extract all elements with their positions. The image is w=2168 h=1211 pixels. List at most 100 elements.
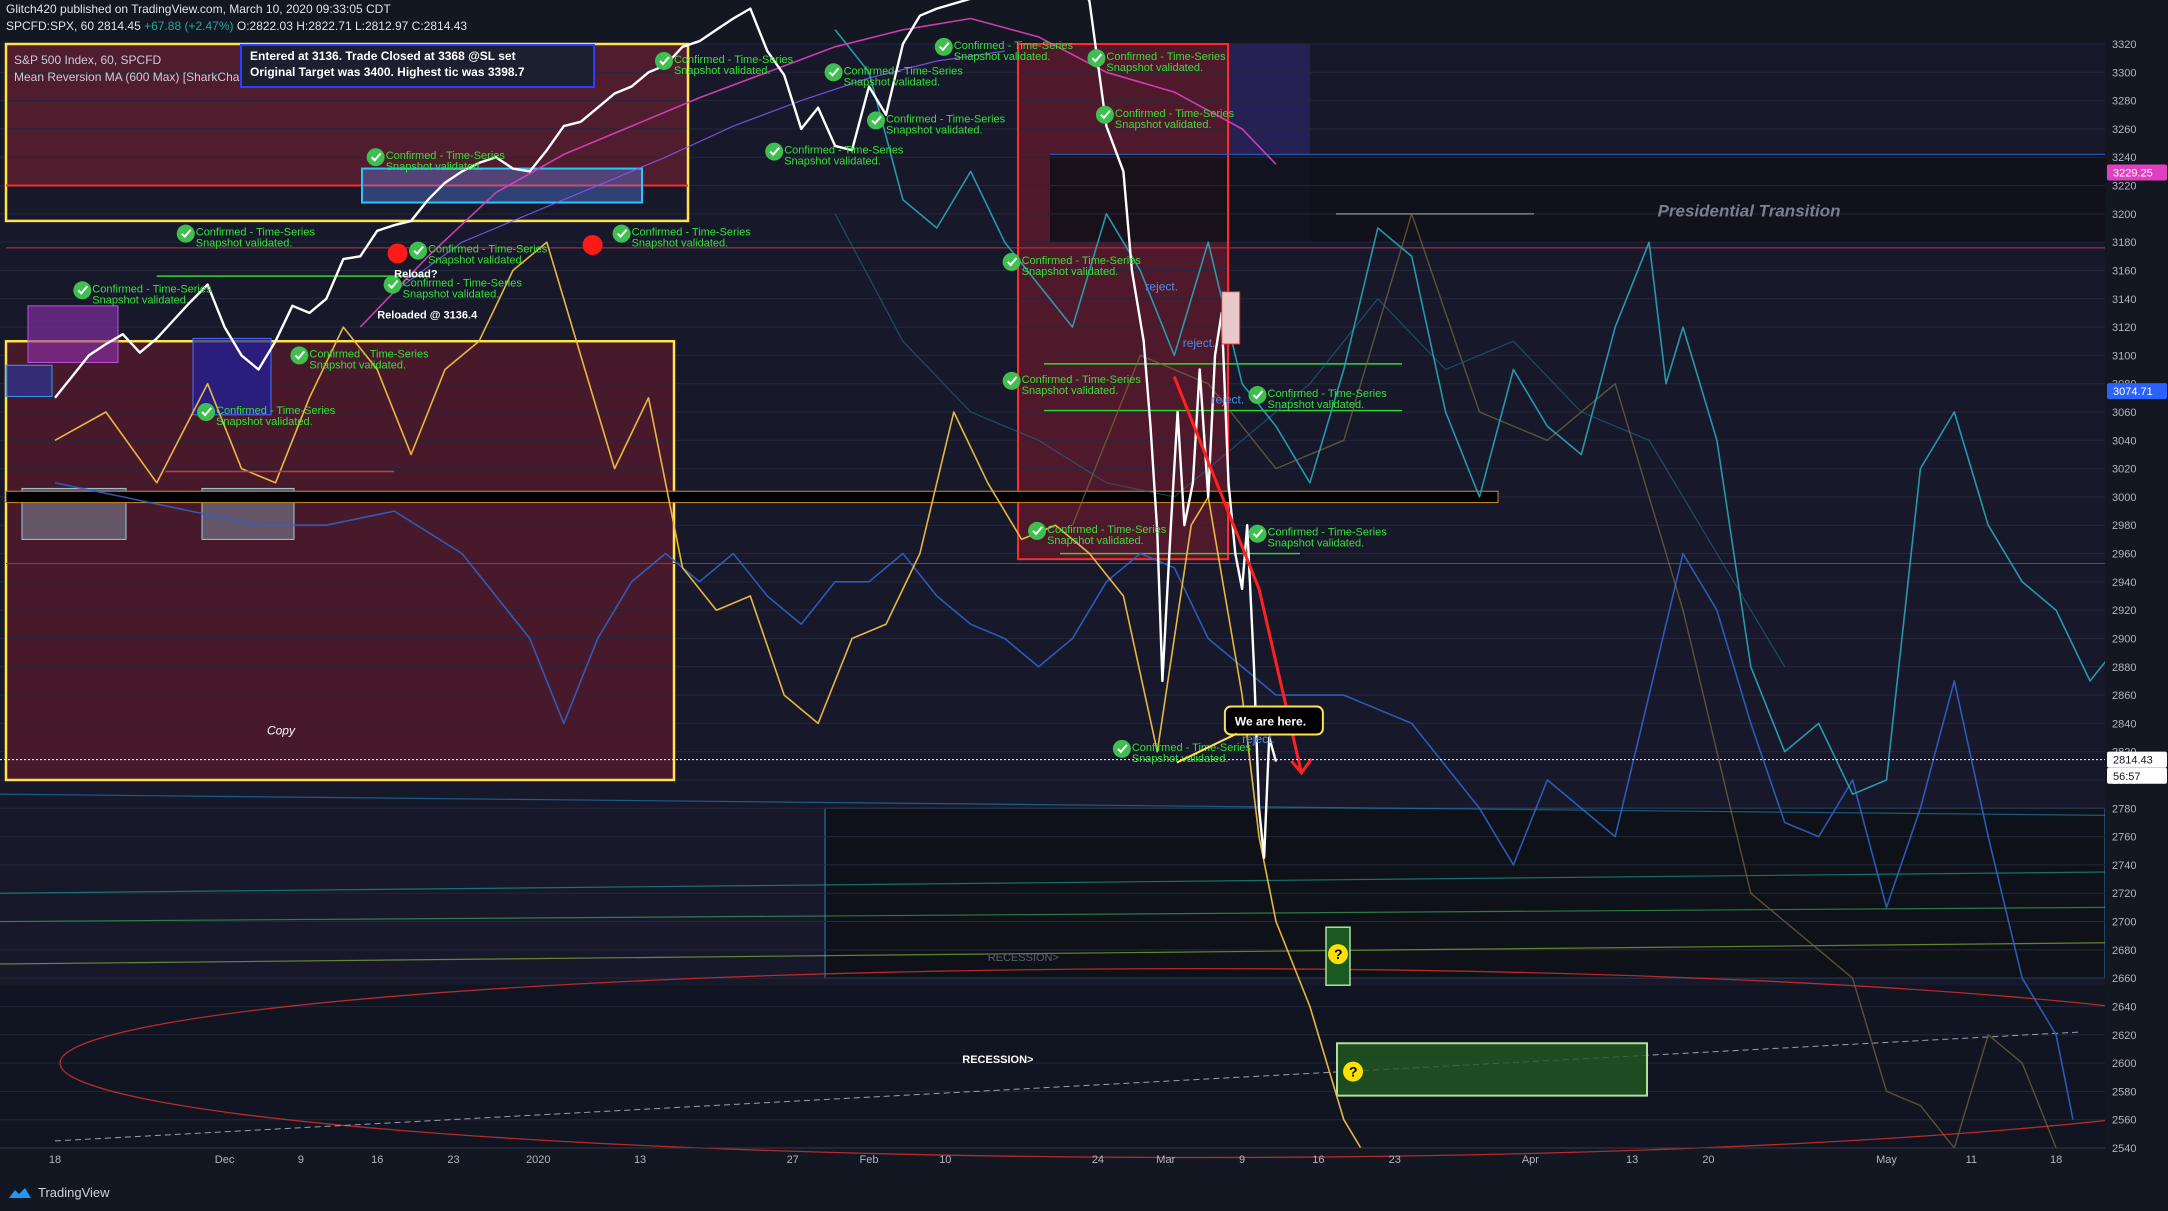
y-tick-label: 3040 bbox=[2112, 435, 2136, 447]
y-tick-label: 3060 bbox=[2112, 407, 2136, 419]
check-icon bbox=[1248, 524, 1267, 543]
annotation-text: Snapshot validated. bbox=[196, 238, 293, 250]
y-tick-label: 2780 bbox=[2112, 803, 2136, 815]
check-icon bbox=[409, 241, 428, 260]
check-icon bbox=[1095, 105, 1114, 124]
check-icon bbox=[765, 142, 784, 161]
y-tick-label: 2860 bbox=[2112, 690, 2136, 702]
x-tick-label: 16 bbox=[371, 1154, 383, 1166]
x-tick-label: Mar bbox=[1156, 1154, 1175, 1166]
chart-label: reject. bbox=[1183, 336, 1216, 350]
annotation-text: Snapshot validated. bbox=[784, 156, 881, 168]
chart-area[interactable]: Confirmed - Time-Series Snapshot validate… bbox=[0, 0, 2168, 1211]
y-tick-label: 2540 bbox=[2112, 1143, 2136, 1155]
check-icon bbox=[934, 37, 953, 56]
annotation-text: Snapshot validated. bbox=[1106, 62, 1203, 74]
y-tick-label: 3120 bbox=[2112, 322, 2136, 334]
y-tick-label: 2980 bbox=[2112, 520, 2136, 532]
y-tick-label: 3240 bbox=[2112, 152, 2136, 164]
annotation-text: Snapshot validated. bbox=[309, 359, 406, 371]
y-tick-label: 2940 bbox=[2112, 577, 2136, 589]
y-tick-label: 2720 bbox=[2112, 888, 2136, 900]
annotation-text: Snapshot validated. bbox=[886, 124, 983, 136]
ohlc: O:2822.03 H:2822.71 L:2812.97 C:2814.43 bbox=[236, 19, 468, 33]
annotation-text: Snapshot validated. bbox=[92, 294, 189, 306]
x-tick-label: 24 bbox=[1092, 1154, 1104, 1166]
y-tick-label: 3260 bbox=[2112, 124, 2136, 136]
x-tick-label: Feb bbox=[860, 1154, 879, 1166]
tradingview-logo-icon bbox=[9, 1187, 31, 1198]
y-tick-label: 3320 bbox=[2112, 39, 2136, 51]
check-icon bbox=[654, 51, 673, 70]
purple-box bbox=[27, 305, 119, 363]
y-tick-label: 3100 bbox=[2112, 350, 2136, 362]
y-tick-label: 3300 bbox=[2112, 67, 2136, 79]
x-tick-label: 18 bbox=[2050, 1154, 2062, 1166]
reject-marker-icon bbox=[387, 243, 408, 264]
chart-label: RECESSION> bbox=[988, 952, 1059, 964]
annotation-text: Snapshot validated. bbox=[844, 76, 941, 88]
check-icon bbox=[1087, 49, 1106, 68]
y-tick-label: 2900 bbox=[2112, 633, 2136, 645]
published-note: Glitch420 published on TradingView.com, … bbox=[6, 2, 391, 16]
red-zone-left bbox=[6, 341, 674, 780]
chart-canvas[interactable]: Confirmed - Time-SeriesSnapshot validate… bbox=[0, 0, 2168, 1211]
x-tick-label: Apr bbox=[1522, 1154, 1539, 1166]
check-icon bbox=[1002, 252, 1021, 271]
check-icon bbox=[866, 111, 885, 130]
symbol: SPCFD:SPX, 60 bbox=[6, 19, 95, 33]
trade-note-box: Entered at 3136. Trade Closed at 3368 @S… bbox=[240, 44, 595, 88]
check-icon bbox=[612, 224, 631, 243]
brand-label: TradingView bbox=[38, 1185, 110, 1200]
x-tick-label: 9 bbox=[1239, 1154, 1245, 1166]
check-icon bbox=[1248, 386, 1267, 405]
check-icon bbox=[1112, 739, 1131, 758]
check-icon bbox=[1028, 521, 1047, 540]
x-tick-label: 11 bbox=[1966, 1154, 1977, 1166]
y-tick-label: 3140 bbox=[2112, 294, 2136, 306]
annotation-text: Snapshot validated. bbox=[1268, 399, 1365, 411]
annotation-text: Snapshot validated. bbox=[1268, 538, 1365, 550]
check-icon bbox=[197, 403, 216, 421]
x-tick-label: 23 bbox=[1389, 1154, 1401, 1166]
chart-label: reject. bbox=[1145, 279, 1178, 293]
annotation-text: Snapshot validated. bbox=[632, 238, 729, 250]
y-tick-label: 3160 bbox=[2112, 265, 2136, 277]
annotation-text: Snapshot validated. bbox=[403, 289, 500, 301]
x-tick-label: 27 bbox=[787, 1154, 799, 1166]
annotation-text: Snapshot validated. bbox=[1115, 119, 1212, 131]
price-change: +67.88 (+2.47%) bbox=[144, 19, 234, 33]
annotation-text: Snapshot validated. bbox=[1132, 753, 1229, 765]
annotation-text: Snapshot validated. bbox=[674, 65, 771, 77]
y-tick-label: 2920 bbox=[2112, 605, 2136, 617]
check-icon bbox=[176, 224, 195, 243]
check-icon bbox=[1002, 371, 1021, 390]
x-tick-label: 23 bbox=[447, 1154, 459, 1166]
x-tick-label: 16 bbox=[1312, 1154, 1324, 1166]
y-tick-label: 2600 bbox=[2112, 1058, 2136, 1070]
price-badge-text: 3229.25 bbox=[2113, 167, 2153, 179]
chart-label: Presidential Transition bbox=[1658, 202, 1841, 221]
y-tick-label: 2760 bbox=[2112, 832, 2136, 844]
cyan-box bbox=[361, 167, 643, 204]
annotation-text: Snapshot validated. bbox=[954, 51, 1051, 63]
symbol-readout: SPCFD:SPX, 60 2814.45 +67.88 (+2.47%) O:… bbox=[6, 19, 467, 33]
x-tick-label: 2020 bbox=[526, 1154, 550, 1166]
x-tick-label: 9 bbox=[298, 1154, 304, 1166]
level-3000-bar bbox=[5, 490, 1499, 504]
question-mark-glyph: ? bbox=[1349, 1064, 1358, 1080]
y-tick-label: 2840 bbox=[2112, 718, 2136, 730]
y-tick-label: 2640 bbox=[2112, 1001, 2136, 1013]
dark-box-top bbox=[1050, 154, 2105, 243]
check-icon bbox=[366, 148, 385, 167]
green-box-large bbox=[1336, 1042, 1648, 1097]
x-tick-label: 10 bbox=[939, 1154, 951, 1166]
brand[interactable]: TradingView bbox=[8, 1185, 110, 1200]
annotation-text: Snapshot validated. bbox=[386, 161, 483, 173]
y-tick-label: 2700 bbox=[2112, 917, 2136, 929]
y-tick-label: 3220 bbox=[2112, 181, 2136, 193]
trade-note-line2: Original Target was 3400. Highest tic wa… bbox=[250, 65, 525, 79]
y-tick-label: 2880 bbox=[2112, 662, 2136, 674]
annotation-text: Snapshot validated. bbox=[1022, 266, 1119, 278]
check-icon bbox=[73, 281, 92, 300]
